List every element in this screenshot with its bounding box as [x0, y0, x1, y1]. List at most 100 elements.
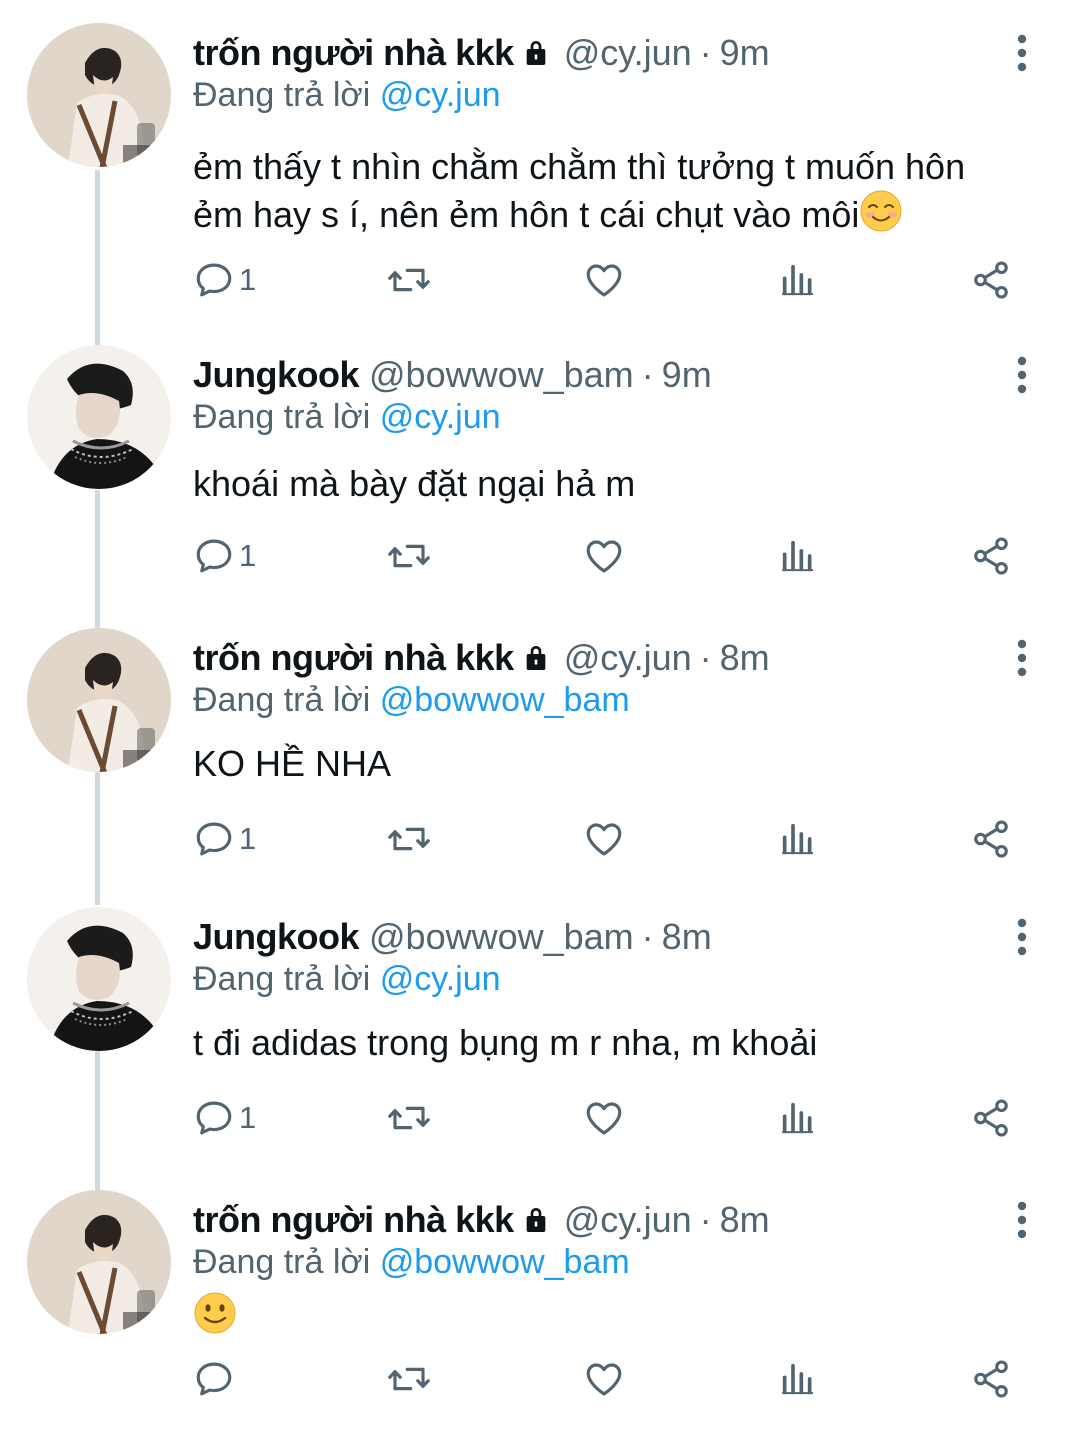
- views-button[interactable]: [778, 1354, 818, 1404]
- like-button[interactable]: [582, 1093, 626, 1143]
- like-button[interactable]: [582, 814, 626, 864]
- retweet-icon: [386, 818, 432, 860]
- reply-icon: [193, 818, 235, 860]
- timestamp[interactable]: 8m: [720, 637, 770, 679]
- views-button[interactable]: [778, 531, 818, 581]
- lock-icon: [520, 37, 552, 69]
- mention-link[interactable]: @cy.jun: [380, 76, 501, 114]
- retweet-icon: [386, 1358, 432, 1400]
- more-options-icon[interactable]: [1002, 633, 1042, 683]
- replying-to-label: Đang trả lời: [193, 76, 371, 114]
- reply-thread: trốn người nhà kkk @cy.jun · 9m Đang trả lời…: [0, 0, 1080, 1436]
- reply-icon: [193, 259, 235, 301]
- display-name[interactable]: trốn người nhà kkk: [193, 637, 514, 679]
- share-button[interactable]: [969, 1093, 1013, 1143]
- heart-icon: [582, 535, 626, 577]
- tweet-header: Jungkook @bowwow_bam · 8m: [193, 912, 712, 962]
- display-name[interactable]: trốn người nhà kkk: [193, 1199, 514, 1241]
- mention-link[interactable]: @cy.jun: [380, 960, 501, 998]
- avatar[interactable]: [27, 907, 171, 1051]
- separator-dot: ·: [641, 916, 654, 957]
- share-button[interactable]: [969, 814, 1013, 864]
- display-name[interactable]: Jungkook: [193, 916, 360, 958]
- tweet[interactable]: trốn người nhà kkk @cy.jun · 8m Đang trả lời…: [0, 1190, 1080, 1398]
- more-options-icon[interactable]: [1002, 912, 1042, 962]
- views-button[interactable]: [778, 255, 818, 305]
- like-button[interactable]: [582, 531, 626, 581]
- tweet-actions: 1: [0, 255, 1080, 305]
- retweet-button[interactable]: [386, 814, 432, 864]
- reply-button[interactable]: 1: [193, 531, 256, 581]
- reply-button[interactable]: [193, 1354, 235, 1404]
- tweet-text: [193, 1291, 1023, 1345]
- user-handle[interactable]: @cy.jun: [564, 637, 692, 679]
- display-name[interactable]: Jungkook: [193, 354, 360, 396]
- avatar[interactable]: [27, 1190, 171, 1334]
- replying-to: Đang trả lời @cy.jun: [193, 960, 501, 999]
- retweet-button[interactable]: [386, 1354, 432, 1404]
- reply-button[interactable]: 1: [193, 255, 256, 305]
- tweet-text: khoái mà bày đặt ngại hả m: [193, 461, 1023, 506]
- retweet-button[interactable]: [386, 531, 432, 581]
- more-options-icon[interactable]: [1002, 28, 1042, 78]
- views-chart-icon: [778, 259, 818, 301]
- user-handle[interactable]: @cy.jun: [564, 32, 692, 74]
- more-options-icon[interactable]: [1002, 1195, 1042, 1245]
- replying-to-label: Đang trả lời: [193, 398, 371, 436]
- user-handle[interactable]: @bowwow_bam: [369, 354, 634, 396]
- tweet-text-content: KO HỀ NHA: [193, 743, 392, 784]
- share-button[interactable]: [969, 1354, 1013, 1404]
- timestamp[interactable]: 9m: [662, 354, 712, 396]
- replying-to: Đang trả lời @cy.jun: [193, 76, 501, 115]
- separator-dot: ·: [699, 1199, 712, 1240]
- tweet-text: KO HỀ NHA: [193, 741, 1023, 786]
- timestamp[interactable]: 8m: [720, 1199, 770, 1241]
- mention-link[interactable]: @bowwow_bam: [380, 681, 630, 719]
- views-chart-icon: [778, 535, 818, 577]
- display-name[interactable]: trốn người nhà kkk: [193, 32, 514, 74]
- reply-button[interactable]: 1: [193, 1093, 256, 1143]
- tweet[interactable]: Jungkook @bowwow_bam · 8m Đang trả lời @cy.j…: [0, 907, 1080, 1137]
- share-button[interactable]: [969, 255, 1013, 305]
- share-icon: [969, 1097, 1013, 1139]
- mention-link[interactable]: @cy.jun: [380, 398, 501, 436]
- share-icon: [969, 259, 1013, 301]
- more-options-icon[interactable]: [1002, 350, 1042, 400]
- heart-icon: [582, 1358, 626, 1400]
- views-button[interactable]: [778, 1093, 818, 1143]
- tweet[interactable]: Jungkook @bowwow_bam · 9m Đang trả lời @cy.j…: [0, 345, 1080, 575]
- replying-to-label: Đang trả lời: [193, 681, 371, 719]
- reply-icon: [193, 1358, 235, 1400]
- avatar[interactable]: [27, 628, 171, 772]
- tweet[interactable]: trốn người nhà kkk @cy.jun · 9m Đang trả lời…: [0, 23, 1080, 299]
- tweet-text-content: t đi adidas trong bụng m r nha, m khoải: [193, 1022, 818, 1063]
- reply-button[interactable]: 1: [193, 814, 256, 864]
- retweet-button[interactable]: [386, 255, 432, 305]
- tweet-header: trốn người nhà kkk @cy.jun · 9m: [193, 28, 770, 78]
- timestamp[interactable]: 9m: [720, 32, 770, 74]
- tweet-text-content: ẻm thấy t nhìn chằm chằm thì tưởng t muố…: [193, 146, 966, 235]
- user-handle[interactable]: @bowwow_bam: [369, 916, 634, 958]
- like-button[interactable]: [582, 255, 626, 305]
- mention-link[interactable]: @bowwow_bam: [380, 1243, 630, 1281]
- share-button[interactable]: [969, 531, 1013, 581]
- tweet-header: trốn người nhà kkk @cy.jun · 8m: [193, 633, 770, 683]
- heart-icon: [582, 818, 626, 860]
- tweet[interactable]: trốn người nhà kkk @cy.jun · 8m Đang trả lời…: [0, 628, 1080, 858]
- slightly-smiling-emoji: [193, 1291, 237, 1345]
- timestamp[interactable]: 8m: [662, 916, 712, 958]
- retweet-button[interactable]: [386, 1093, 432, 1143]
- reply-count: 1: [239, 262, 257, 297]
- like-button[interactable]: [582, 1354, 626, 1404]
- tweet-text-content: khoái mà bày đặt ngại hả m: [193, 463, 636, 504]
- avatar[interactable]: [27, 23, 171, 167]
- avatar[interactable]: [27, 345, 171, 489]
- lock-icon: [520, 1204, 552, 1236]
- user-handle[interactable]: @cy.jun: [564, 1199, 692, 1241]
- replying-to: Đang trả lời @bowwow_bam: [193, 681, 630, 720]
- replying-to: Đang trả lời @cy.jun: [193, 398, 501, 437]
- retweet-icon: [386, 535, 432, 577]
- views-chart-icon: [778, 1358, 818, 1400]
- views-button[interactable]: [778, 814, 818, 864]
- views-chart-icon: [778, 818, 818, 860]
